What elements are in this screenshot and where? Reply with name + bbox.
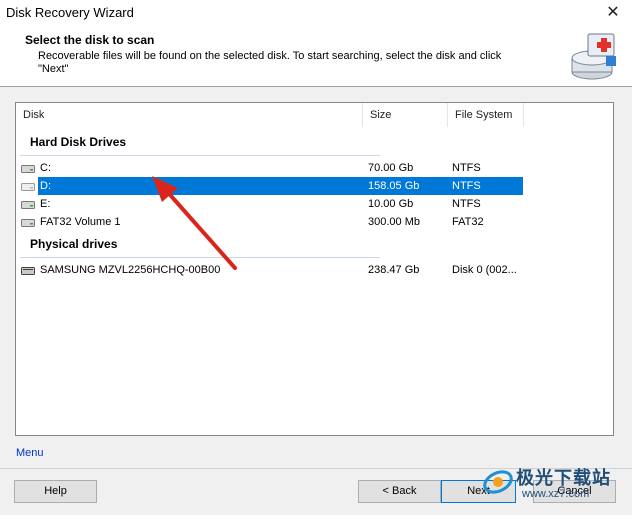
wizard-disk-icon (571, 33, 616, 80)
group-divider (20, 155, 380, 156)
group-title-hard-disk-drives: Hard Disk Drives (30, 135, 127, 149)
watermark: 极光下载站 www.xz7.com (480, 460, 630, 512)
physical-drive-icon (21, 267, 35, 275)
column-header-file-system-label: File System (455, 109, 513, 121)
window-title: Disk Recovery Wizard (6, 5, 134, 20)
hdd-icon (21, 219, 35, 227)
column-header-disk[interactable]: Disk (16, 103, 363, 127)
disk-file-system: FAT32 (452, 216, 484, 228)
disk-name: C: (40, 162, 51, 174)
disk-list[interactable]: Disk Size File System Hard Disk Drives C… (15, 102, 614, 436)
disk-file-system: NTFS (452, 162, 481, 174)
hdd-icon (21, 183, 35, 191)
annotation-arrow (152, 176, 237, 270)
disk-file-system: Disk 0 (002... (452, 264, 517, 276)
watermark-text: 极光下载站 (516, 468, 611, 488)
list-item[interactable]: C: 70.00 Gb NTFS (16, 159, 523, 177)
disk-size: 158.05 Gb (368, 180, 420, 192)
watermark-logo-icon (483, 470, 513, 494)
title-bar: Disk Recovery Wizard ✕ (0, 0, 632, 28)
selection-highlight (38, 177, 523, 195)
disk-size: 70.00 Gb (368, 162, 414, 174)
column-header-disk-label: Disk (23, 109, 45, 121)
disk-file-system: NTFS (452, 198, 481, 210)
header-description: Recoverable files will be found on the s… (38, 50, 502, 75)
disk-size: 300.00 Mb (368, 216, 420, 228)
list-item[interactable]: E: 10.00 Gb NTFS (16, 195, 523, 213)
list-item[interactable]: FAT32 Volume 1 300.00 Mb FAT32 (16, 213, 523, 231)
column-header-file-system[interactable]: File System (448, 103, 524, 127)
disk-name: FAT32 Volume 1 (40, 216, 121, 228)
hdd-icon (21, 201, 35, 209)
close-button[interactable]: ✕ (600, 2, 626, 26)
disk-size: 238.47 Gb (368, 264, 420, 276)
column-header-size[interactable]: Size (363, 103, 448, 127)
back-button[interactable]: < Back (358, 480, 441, 503)
disk-size: 10.00 Gb (368, 198, 414, 210)
column-header-size-label: Size (370, 109, 392, 121)
group-title-physical-drives: Physical drives (30, 237, 118, 251)
disk-name: D: (40, 180, 51, 192)
list-item[interactable]: SAMSUNG MZVL2256HCHQ-00B00 238.47 Gb Dis… (16, 261, 523, 279)
wizard-header: Select the disk to scan Recoverable file… (0, 28, 632, 87)
list-item-selected[interactable]: D: 158.05 Gb NTFS (16, 177, 523, 195)
disk-name: E: (40, 198, 51, 210)
header-title: Select the disk to scan (25, 33, 155, 47)
help-button[interactable]: Help (14, 480, 97, 503)
watermark-url: www.xz7.com (522, 488, 590, 500)
close-icon: ✕ (606, 4, 620, 21)
disk-file-system: NTFS (452, 180, 481, 192)
hdd-icon (21, 165, 35, 173)
menu-link[interactable]: Menu (16, 447, 44, 459)
